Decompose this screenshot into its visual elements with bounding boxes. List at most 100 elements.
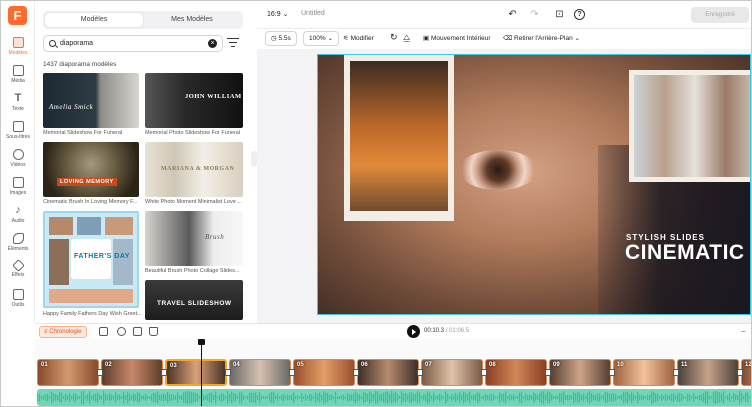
waveform-bar [449, 396, 451, 399]
eye-detail [458, 150, 538, 190]
waveform-bar [473, 394, 475, 401]
template-card[interactable]: MARIANA & MORGAN [145, 142, 243, 197]
waveform-bar [489, 394, 491, 401]
timeline-clip[interactable]: 06 [357, 359, 419, 386]
audio-waveform [37, 391, 751, 404]
transition-icon[interactable] [545, 369, 551, 376]
redo-icon[interactable]: ↷ [529, 9, 540, 20]
rail-item-images[interactable]: Images [1, 177, 35, 196]
play-button[interactable] [407, 325, 420, 338]
zoom-dropdown[interactable]: 100% ⌄ [303, 31, 339, 46]
transition-icon[interactable] [673, 369, 679, 376]
rail-item-subtitles[interactable]: Sous-titres [1, 121, 35, 140]
waveform-bar [625, 392, 627, 403]
tab-templates[interactable]: Modèles [45, 13, 143, 27]
tab-my-templates[interactable]: Mes Modèles [143, 13, 241, 27]
flip-icon[interactable]: ⧋ [403, 33, 410, 43]
timeline-toggle-button[interactable]: ≡ Chronologie [39, 326, 87, 338]
timeline-clip[interactable]: 02 [101, 359, 163, 386]
audio-track[interactable] [37, 389, 751, 406]
help-icon[interactable]: ? [574, 9, 585, 20]
template-card[interactable]: Amelia Smick [43, 73, 139, 128]
waveform-bar [41, 395, 43, 400]
transition-icon[interactable] [353, 369, 359, 376]
waveform-bar [93, 394, 95, 401]
project-title[interactable]: Untitled [301, 10, 325, 17]
rail-item-effects[interactable]: Effets [1, 259, 35, 278]
waveform-bar [369, 391, 371, 404]
transition-icon[interactable] [481, 369, 487, 376]
filter-icon[interactable] [227, 38, 239, 48]
transition-icon[interactable] [161, 369, 167, 376]
zoom-out-icon[interactable]: − [741, 327, 746, 336]
waveform-bar [749, 396, 751, 399]
timeline-clip[interactable]: 04 [229, 359, 291, 386]
rail-item-media[interactable]: Média [1, 65, 35, 84]
templates-panel: Modèles Mes Modèles diaporama × 1437 dia… [35, 1, 251, 323]
inner-motion-button[interactable]: ▣ Mouvement Intérieur [423, 34, 491, 42]
waveform-bar [135, 394, 137, 401]
aspect-ratio-dropdown[interactable]: 16:9 ⌄ [267, 10, 288, 18]
undo-icon[interactable]: ↶ [507, 9, 518, 20]
images-icon [12, 177, 24, 188]
playhead[interactable] [201, 341, 202, 406]
waveform-bar [431, 395, 433, 400]
waveform-bar [349, 394, 351, 401]
delete-icon[interactable] [149, 327, 158, 336]
waveform-bar [149, 396, 151, 399]
timeline-clip[interactable]: 01 [37, 359, 99, 386]
waveform-bar [165, 394, 167, 401]
rotate-icon[interactable]: ↻ [390, 32, 398, 43]
headline-text[interactable]: CINEMATIC [625, 241, 745, 265]
transition-icon[interactable] [609, 369, 615, 376]
waveform-bar [411, 392, 413, 403]
remove-background-button[interactable]: ⌫ Retirer l'Arrière-Plan ⌄ [503, 34, 580, 42]
template-card[interactable]: FATHER'S DAY [43, 211, 139, 308]
transition-icon[interactable] [97, 369, 103, 376]
waveform-bar [317, 394, 319, 401]
transition-icon[interactable] [417, 369, 423, 376]
template-card[interactable]: LOVING MEMORY [43, 142, 139, 197]
template-card[interactable]: Brush [145, 211, 243, 266]
chevron-down-icon: ⌄ [574, 35, 580, 42]
search-box[interactable]: diaporama × [43, 35, 223, 52]
transition-icon[interactable] [225, 369, 231, 376]
edit-toolbar: ◷ 5.5s 100% ⌄ ⚟ Modifier ↻ ⧋ ▣ Mouvement… [257, 29, 751, 49]
waveform-bar [181, 395, 183, 400]
rail-item-audio[interactable]: ♪ Audio [1, 205, 35, 225]
timeline-clip[interactable]: 08 [485, 359, 547, 386]
add-clip-icon[interactable] [99, 327, 108, 336]
rail-item-text[interactable]: T Texte [1, 93, 35, 113]
timeline-clip[interactable]: 07 [421, 359, 483, 386]
clip-number: 12 [745, 362, 752, 368]
template-card[interactable]: TRAVEL SLIDESHOW [145, 280, 243, 320]
waveform-bar [747, 392, 749, 403]
transition-icon[interactable] [737, 369, 743, 376]
save-status-button[interactable]: Enregistré [691, 7, 749, 23]
timeline-clip[interactable]: 11 [677, 359, 739, 386]
transition-icon[interactable] [289, 369, 295, 376]
video-canvas[interactable]: STYLISH SLIDES CINEMATIC [317, 54, 751, 315]
timeline-clip[interactable]: 10 [613, 359, 675, 386]
rail-item-videos[interactable]: Vidéos [1, 149, 35, 168]
timeline-clip[interactable]: 03 [165, 359, 227, 386]
rail-item-elements[interactable]: Éléments [1, 233, 35, 252]
waveform-bar [677, 393, 679, 402]
waveform-bar [607, 392, 609, 403]
rail-item-tools[interactable]: Outils [1, 289, 35, 308]
waveform-bar [69, 392, 71, 403]
timeline-clip[interactable]: 05 [293, 359, 355, 386]
duplicate-icon[interactable] [133, 327, 142, 336]
template-caption: Memorial Photo Slideshow For Funeral [145, 130, 241, 136]
screenshot-icon[interactable]: ⊡ [554, 9, 565, 20]
template-card[interactable]: JOHN WILLIAM [145, 73, 243, 128]
playhead-handle[interactable] [198, 339, 205, 345]
timeline-clip[interactable]: 09 [549, 359, 611, 386]
modify-button[interactable]: ⚟ Modifier [343, 34, 374, 42]
search-input[interactable]: diaporama [60, 40, 93, 47]
waveform-bar [231, 391, 233, 404]
duration-control[interactable]: ◷ 5.5s [265, 31, 297, 46]
clear-search-icon[interactable]: × [208, 39, 217, 48]
split-icon[interactable] [117, 327, 126, 336]
rail-item-templates[interactable]: Modèles [1, 37, 35, 56]
